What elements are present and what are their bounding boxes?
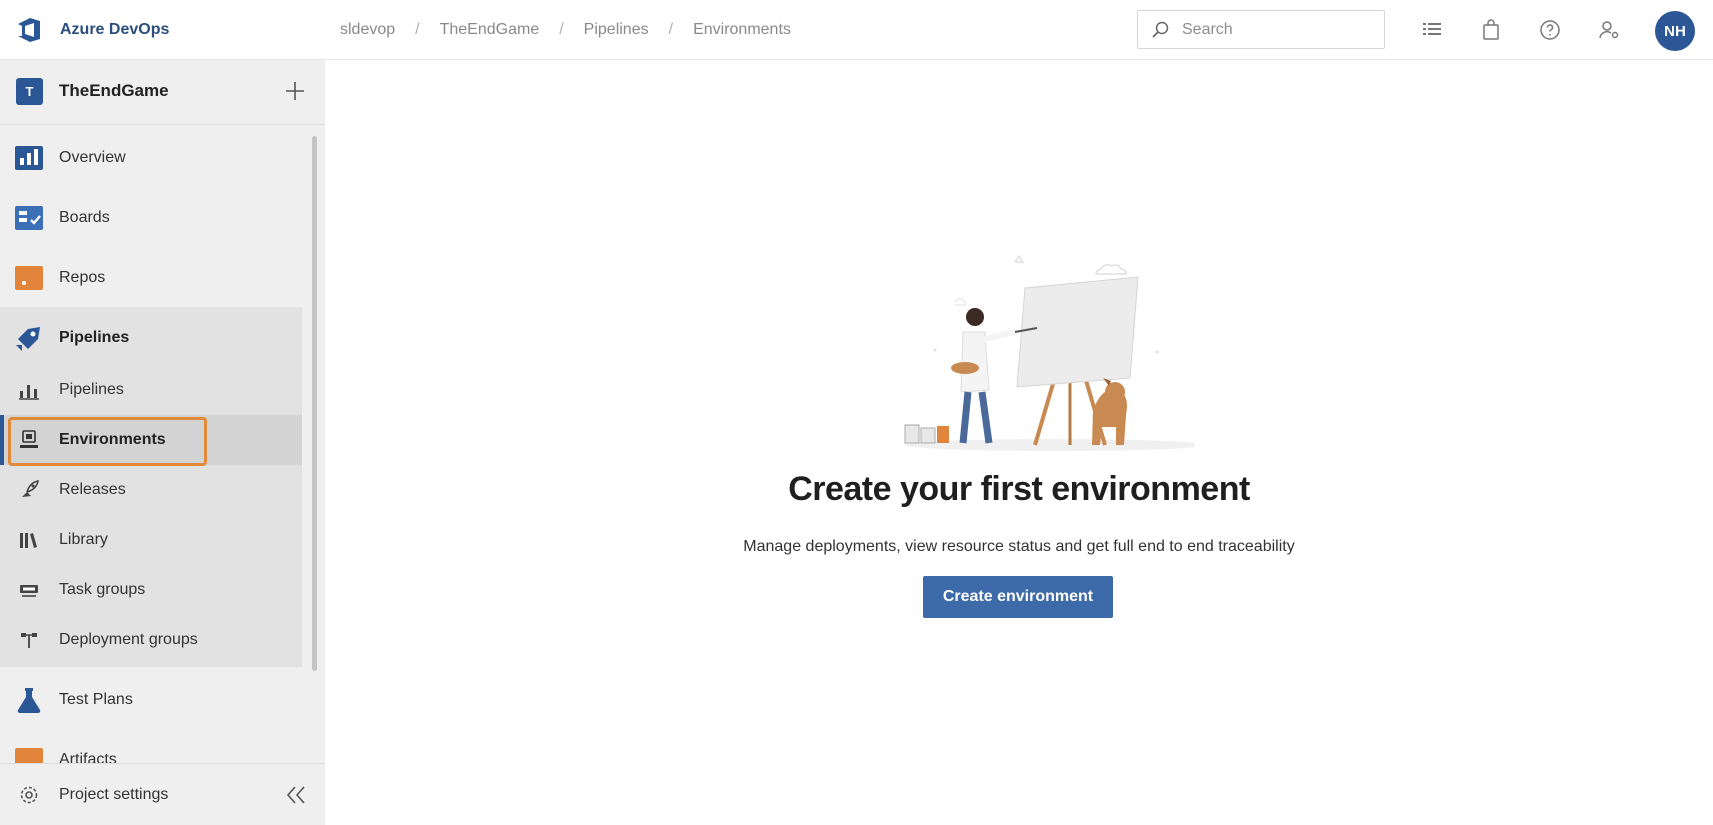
marketplace-bag-icon[interactable] (1479, 18, 1503, 42)
gear-icon (20, 786, 38, 804)
sidebar-footer: Project settings (0, 763, 325, 825)
sidebar-item-label: Releases (59, 481, 126, 498)
create-environment-button[interactable]: Create environment (923, 576, 1113, 618)
project-badge: T (16, 77, 43, 105)
breadcrumb: sldevop / TheEndGame / Pipelines / Envir… (340, 0, 791, 60)
sidebar: T TheEndGame Overview Boards Repos Pipel… (0, 60, 325, 825)
releases-icon (22, 479, 40, 497)
sidebar-item-overview[interactable]: Overview (0, 133, 300, 183)
search-placeholder: Search (1182, 20, 1233, 38)
sidebar-item-label: Artifacts (59, 751, 117, 763)
test-plans-icon (17, 688, 41, 714)
avatar[interactable]: NH (1655, 11, 1695, 51)
project-settings-label: Project settings (59, 786, 169, 803)
brand-name: Azure DevOps (60, 21, 170, 38)
plus-icon[interactable] (283, 79, 307, 103)
main-content: Create your first environment Manage dep… (325, 60, 1713, 825)
repos-icon (15, 266, 43, 290)
sidebar-item-label: Overview (59, 149, 126, 166)
overview-icon (15, 146, 43, 170)
boards-icon (15, 206, 43, 230)
sidebar-item-artifacts[interactable]: Artifacts (0, 735, 300, 763)
sidebar-item-label: Boards (59, 209, 110, 226)
sidebar-item-task-groups[interactable]: Task groups (0, 565, 300, 615)
azure-devops-logo-icon (18, 18, 40, 42)
sidebar-item-test-plans[interactable]: Test Plans (0, 675, 300, 725)
sidebar-item-deployment-groups[interactable]: Deployment groups (0, 615, 300, 665)
breadcrumb-separator: / (415, 21, 420, 38)
collapse-chevron-icon[interactable] (283, 783, 309, 807)
breadcrumb-environments[interactable]: Environments (693, 21, 791, 39)
sidebar-item-pipelines-sub[interactable]: Pipelines (0, 365, 300, 415)
empty-state-headline: Create your first environment (788, 470, 1250, 508)
empty-state-description: Manage deployments, view resource status… (743, 538, 1295, 555)
breadcrumb-project[interactable]: TheEndGame (440, 21, 540, 39)
sidebar-item-label: Task groups (59, 581, 146, 598)
sidebar-item-label: Deployment groups (59, 631, 198, 648)
sidebar-item-label: Pipelines (59, 381, 124, 398)
sidebar-item-boards[interactable]: Boards (0, 193, 300, 243)
sidebar-item-library[interactable]: Library (0, 515, 300, 565)
search-input[interactable]: Search (1137, 10, 1385, 49)
user-settings-icon[interactable] (1597, 18, 1621, 42)
sidebar-item-artifacts-clip: Artifacts (0, 735, 300, 763)
sidebar-item-label: Repos (59, 269, 106, 286)
top-bar: Azure DevOps sldevop / TheEndGame / Pipe… (0, 0, 1713, 60)
breadcrumb-separator: / (668, 21, 674, 38)
work-items-icon[interactable] (1420, 18, 1444, 42)
project-settings-link[interactable]: Project settings (0, 770, 300, 820)
project-header[interactable]: T TheEndGame (0, 60, 325, 122)
sidebar-item-label: Test Plans (59, 691, 133, 708)
sidebar-item-label: Pipelines (59, 329, 130, 346)
project-name: TheEndGame (59, 81, 169, 100)
sidebar-divider (0, 124, 325, 125)
artifacts-icon (15, 748, 43, 763)
sidebar-item-releases[interactable]: Releases (0, 465, 300, 515)
deployment-groups-icon (21, 633, 37, 648)
breadcrumb-pipelines[interactable]: Pipelines (584, 21, 649, 39)
help-icon[interactable] (1538, 18, 1562, 42)
sidebar-item-repos[interactable]: Repos (0, 253, 300, 303)
breadcrumb-separator: / (559, 21, 564, 38)
artist-painting-easel-with-dog-illustration (904, 254, 1195, 451)
search-icon (1152, 21, 1169, 38)
task-groups-icon (20, 585, 38, 597)
breadcrumb-org[interactable]: sldevop (340, 21, 395, 39)
pipelines-sub-icon (19, 385, 39, 400)
brand[interactable]: Azure DevOps (14, 13, 169, 47)
library-icon (20, 533, 37, 548)
sidebar-scrollbar[interactable] (312, 136, 317, 671)
environments-highlight-box (8, 417, 207, 466)
pipelines-icon (16, 327, 40, 351)
sidebar-item-pipelines[interactable]: Pipelines (0, 313, 300, 363)
sidebar-item-label: Library (59, 531, 108, 548)
